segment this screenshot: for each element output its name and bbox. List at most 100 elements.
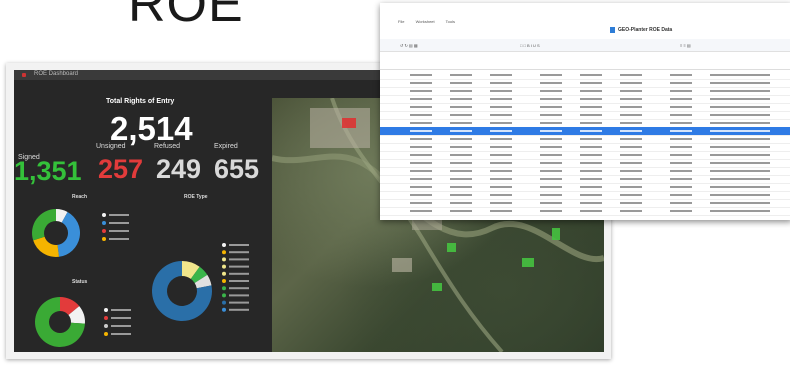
- table-cell[interactable]: [490, 178, 512, 180]
- table-cell[interactable]: [410, 74, 432, 76]
- table-cell[interactable]: [410, 186, 432, 188]
- table-cell[interactable]: [450, 90, 472, 92]
- table-cell[interactable]: [670, 194, 692, 196]
- menu-item[interactable]: Worksheet: [416, 19, 435, 24]
- table-cell[interactable]: [410, 162, 432, 164]
- table-cell[interactable]: [490, 138, 512, 140]
- table-cell[interactable]: [710, 202, 770, 204]
- table-cell[interactable]: [450, 138, 472, 140]
- table-cell[interactable]: [710, 122, 770, 124]
- table-cell[interactable]: [450, 122, 472, 124]
- table-cell[interactable]: [450, 130, 472, 132]
- table-cell[interactable]: [620, 106, 642, 108]
- table-cell[interactable]: [490, 106, 512, 108]
- table-cell[interactable]: [540, 122, 562, 124]
- table-cell[interactable]: [710, 138, 770, 140]
- table-cell[interactable]: [450, 106, 472, 108]
- table-cell[interactable]: [670, 186, 692, 188]
- table-cell[interactable]: [670, 178, 692, 180]
- table-cell[interactable]: [490, 202, 512, 204]
- table-cell[interactable]: [490, 194, 512, 196]
- table-cell[interactable]: [540, 170, 562, 172]
- table-cell[interactable]: [450, 162, 472, 164]
- table-cell[interactable]: [490, 170, 512, 172]
- table-cell[interactable]: [620, 186, 642, 188]
- table-cell[interactable]: [710, 90, 770, 92]
- table-cell[interactable]: [540, 186, 562, 188]
- table-cell[interactable]: [710, 186, 770, 188]
- table-cell[interactable]: [410, 106, 432, 108]
- table-cell[interactable]: [410, 178, 432, 180]
- table-cell[interactable]: [580, 90, 602, 92]
- table-cell[interactable]: [620, 202, 642, 204]
- table-row[interactable]: [380, 207, 790, 216]
- table-cell[interactable]: [410, 122, 432, 124]
- table-cell[interactable]: [710, 114, 770, 116]
- table-cell[interactable]: [410, 82, 432, 84]
- table-cell[interactable]: [670, 130, 692, 132]
- table-cell[interactable]: [710, 98, 770, 100]
- reach-slice[interactable]: [32, 209, 56, 241]
- table-cell[interactable]: [620, 90, 642, 92]
- table-cell[interactable]: [450, 146, 472, 148]
- table-cell[interactable]: [580, 130, 602, 132]
- table-cell[interactable]: [450, 194, 472, 196]
- table-cell[interactable]: [450, 210, 472, 212]
- table-cell[interactable]: [450, 186, 472, 188]
- table-cell[interactable]: [620, 114, 642, 116]
- table-cell[interactable]: [410, 114, 432, 116]
- table-cell[interactable]: [580, 210, 602, 212]
- table-cell[interactable]: [620, 210, 642, 212]
- table-cell[interactable]: [580, 98, 602, 100]
- table-cell[interactable]: [490, 210, 512, 212]
- table-cell[interactable]: [410, 154, 432, 156]
- table-cell[interactable]: [490, 74, 512, 76]
- table-cell[interactable]: [670, 74, 692, 76]
- table-cell[interactable]: [580, 146, 602, 148]
- table-cell[interactable]: [540, 90, 562, 92]
- table-cell[interactable]: [670, 210, 692, 212]
- table-cell[interactable]: [670, 106, 692, 108]
- table-cell[interactable]: [490, 162, 512, 164]
- table-cell[interactable]: [620, 154, 642, 156]
- table-cell[interactable]: [540, 74, 562, 76]
- table-cell[interactable]: [450, 82, 472, 84]
- table-cell[interactable]: [450, 114, 472, 116]
- table-cell[interactable]: [620, 146, 642, 148]
- table-cell[interactable]: [410, 146, 432, 148]
- table-cell[interactable]: [670, 202, 692, 204]
- table-cell[interactable]: [580, 202, 602, 204]
- table-cell[interactable]: [670, 162, 692, 164]
- table-cell[interactable]: [580, 186, 602, 188]
- table-cell[interactable]: [710, 82, 770, 84]
- table-cell[interactable]: [450, 202, 472, 204]
- table-cell[interactable]: [580, 74, 602, 76]
- table-cell[interactable]: [540, 162, 562, 164]
- table-cell[interactable]: [670, 170, 692, 172]
- table-cell[interactable]: [620, 74, 642, 76]
- table-cell[interactable]: [670, 122, 692, 124]
- table-cell[interactable]: [580, 114, 602, 116]
- table-cell[interactable]: [410, 202, 432, 204]
- table-cell[interactable]: [710, 178, 770, 180]
- table-cell[interactable]: [710, 130, 770, 132]
- table-cell[interactable]: [490, 114, 512, 116]
- table-cell[interactable]: [620, 130, 642, 132]
- format-buttons[interactable]: □ □ B I U S: [520, 43, 540, 48]
- table-cell[interactable]: [540, 154, 562, 156]
- table-cell[interactable]: [620, 138, 642, 140]
- table-cell[interactable]: [710, 194, 770, 196]
- table-cell[interactable]: [410, 98, 432, 100]
- table-cell[interactable]: [410, 90, 432, 92]
- table-cell[interactable]: [490, 90, 512, 92]
- table-cell[interactable]: [670, 146, 692, 148]
- table-cell[interactable]: [450, 98, 472, 100]
- table-cell[interactable]: [620, 98, 642, 100]
- table-cell[interactable]: [670, 138, 692, 140]
- table-cell[interactable]: [490, 130, 512, 132]
- table-cell[interactable]: [540, 106, 562, 108]
- table-cell[interactable]: [620, 122, 642, 124]
- table-cell[interactable]: [670, 114, 692, 116]
- table-cell[interactable]: [490, 146, 512, 148]
- table-cell[interactable]: [540, 82, 562, 84]
